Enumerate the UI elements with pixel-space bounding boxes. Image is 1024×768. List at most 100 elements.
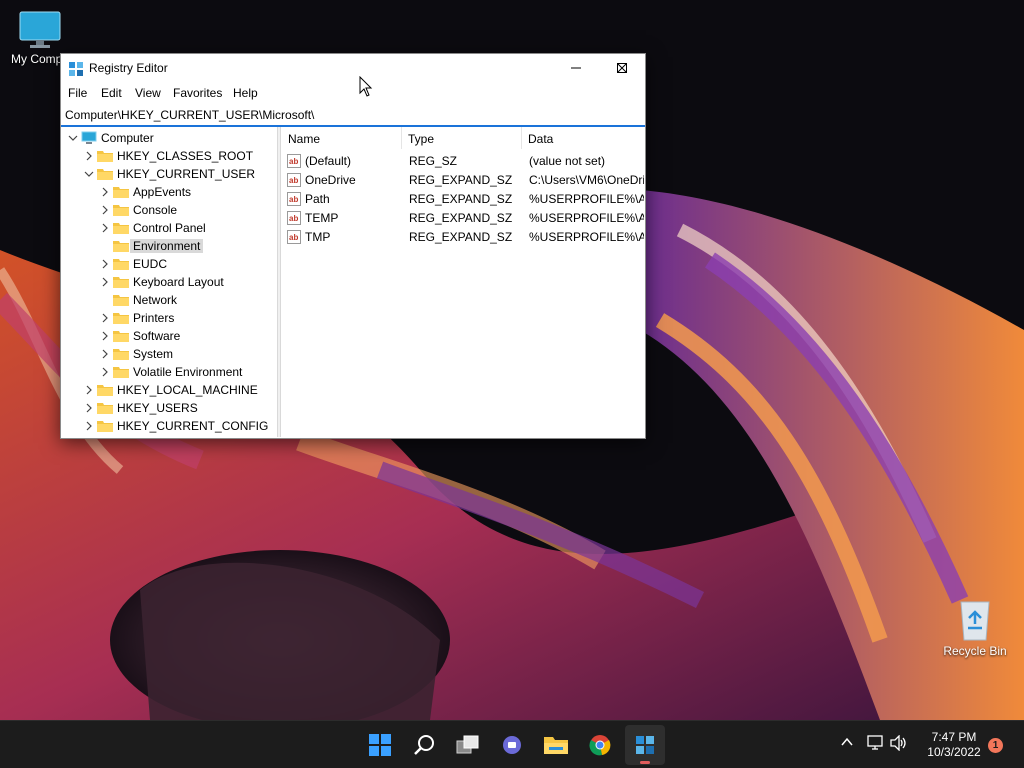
chrome-button[interactable] (580, 725, 620, 765)
start-button[interactable] (360, 725, 400, 765)
value-type: REG_EXPAND_SZ (409, 211, 513, 225)
tree-item[interactable]: Network (61, 291, 277, 309)
network-icon[interactable] (866, 735, 884, 751)
tree-item[interactable]: AppEvents (61, 183, 277, 201)
folder-icon (113, 367, 129, 378)
task-view-button[interactable] (448, 725, 488, 765)
chevron-right-icon[interactable] (99, 222, 111, 234)
tree-item[interactable]: System (61, 345, 277, 363)
chevron-right-icon[interactable] (99, 186, 111, 198)
key-tree[interactable]: Computer HKEY_CLASSES_ROOT HKEY_CURRENT_US… (61, 127, 277, 437)
tree-item-label: Keyboard Layout (133, 275, 224, 289)
menu-help[interactable]: Help (231, 86, 260, 100)
column-name[interactable]: Name (288, 132, 320, 146)
menu-favorites[interactable]: Favorites (171, 86, 224, 100)
value-row[interactable]: ab TEMP REG_EXPAND_SZ %USERPROFILE%\App (281, 209, 644, 228)
tree-item-label: HKEY_CURRENT_CONFIG (117, 419, 269, 433)
chevron-up-icon[interactable] (840, 735, 854, 749)
folder-icon (113, 241, 129, 252)
tree-item[interactable]: Printers (61, 309, 277, 327)
string-value-icon: ab (287, 192, 301, 206)
tree-item[interactable]: Console (61, 201, 277, 219)
tree-item[interactable]: EUDC (61, 255, 277, 273)
tree-item-label: Network (133, 293, 178, 307)
tree-item[interactable]: Software (61, 327, 277, 345)
tree-item-label: Printers (133, 311, 175, 325)
registry-editor-icon (636, 736, 654, 754)
notification-badge[interactable]: 1 (988, 738, 1003, 753)
title-bar[interactable]: Registry Editor (61, 54, 645, 82)
clock[interactable]: 7:47 PM 10/3/2022 (914, 730, 994, 760)
chevron-right-icon[interactable] (99, 330, 111, 342)
task-view-icon (456, 735, 479, 754)
value-data: %USERPROFILE%\App (529, 192, 644, 206)
folder-icon (113, 259, 129, 270)
desktop-icon-label: Recycle Bin (943, 644, 1007, 658)
menu-file[interactable]: File (66, 86, 89, 100)
value-data: %USERPROFILE%\App (529, 211, 644, 225)
value-name: (Default) (305, 154, 352, 168)
volume-icon[interactable] (890, 735, 908, 751)
column-data[interactable]: Data (528, 132, 553, 146)
string-value-icon: ab (287, 173, 301, 187)
monitor-icon (19, 11, 61, 48)
registry-editor-taskbar-button[interactable] (625, 725, 665, 765)
chat-button[interactable] (492, 725, 532, 765)
folder-icon (113, 313, 129, 324)
chevron-down-icon[interactable] (67, 132, 79, 144)
value-name: TMP (305, 230, 331, 244)
menu-edit[interactable]: Edit (99, 86, 124, 100)
chevron-right-icon[interactable] (83, 420, 95, 432)
chevron-right-icon[interactable] (99, 366, 111, 378)
menu-bar: File Edit View Favorites Help (61, 83, 645, 105)
chevron-down-icon[interactable] (83, 168, 95, 180)
address-bar[interactable] (61, 105, 645, 127)
recycle-bin-icon (960, 601, 990, 641)
tree-item-label: Environment (130, 239, 204, 253)
column-separator[interactable] (401, 127, 402, 149)
tree-item-label: HKEY_CLASSES_ROOT (117, 149, 254, 163)
tree-item-label: Control Panel (133, 221, 206, 235)
close-button[interactable] (599, 54, 645, 82)
clock-time: 7:47 PM (931, 730, 977, 744)
chevron-right-icon[interactable] (99, 348, 111, 360)
address-input[interactable] (65, 106, 635, 123)
value-row[interactable]: ab (Default) REG_SZ (value not set) (281, 152, 644, 171)
folder-icon (113, 277, 129, 288)
column-separator[interactable] (521, 127, 522, 149)
column-type[interactable]: Type (408, 132, 434, 146)
svg-text:ab: ab (289, 176, 298, 185)
chevron-right-icon[interactable] (99, 312, 111, 324)
chevron-right-icon[interactable] (83, 150, 95, 162)
tree-item[interactable]: HKEY_USERS (61, 399, 277, 417)
value-row[interactable]: ab OneDrive REG_EXPAND_SZ C:\Users\VM6\OneD… (281, 171, 644, 190)
chrome-icon (589, 735, 611, 756)
value-name: OneDrive (305, 173, 356, 187)
menu-view[interactable]: View (133, 86, 163, 100)
chevron-right-icon[interactable] (99, 276, 111, 288)
chevron-right-icon[interactable] (99, 204, 111, 216)
value-list[interactable]: Name Type Data ab (Default) REG_SZ (value n… (281, 127, 644, 437)
chevron-right-icon[interactable] (83, 402, 95, 414)
minimize-button[interactable] (553, 54, 599, 82)
value-row[interactable]: ab Path REG_EXPAND_SZ %USERPROFILE%\App (281, 190, 644, 209)
tree-item[interactable]: Keyboard Layout (61, 273, 277, 291)
recycle-bin-desktop-icon[interactable]: Recycle Bin (935, 598, 1015, 658)
chevron-right-icon[interactable] (83, 384, 95, 396)
value-row[interactable]: ab TMP REG_EXPAND_SZ %USERPROFILE%\App (281, 228, 644, 247)
tree-item[interactable]: HKEY_CURRENT_CONFIG (61, 417, 277, 435)
value-data: %USERPROFILE%\App (529, 230, 644, 244)
tree-item[interactable]: HKEY_CLASSES_ROOT (61, 147, 277, 165)
tree-item[interactable]: Volatile Environment (61, 363, 277, 381)
svg-text:ab: ab (289, 233, 298, 242)
file-explorer-button[interactable] (536, 725, 576, 765)
chevron-right-icon[interactable] (99, 258, 111, 270)
tree-item[interactable]: HKEY_CURRENT_USER (61, 165, 277, 183)
chat-icon (503, 736, 521, 754)
search-button[interactable] (404, 725, 444, 765)
tree-item[interactable]: HKEY_LOCAL_MACHINE (61, 381, 277, 399)
tree-item-label: System (133, 347, 174, 361)
tree-item[interactable]: Computer (61, 129, 277, 147)
tree-item[interactable]: Environment (61, 237, 277, 255)
tree-item[interactable]: Control Panel (61, 219, 277, 237)
